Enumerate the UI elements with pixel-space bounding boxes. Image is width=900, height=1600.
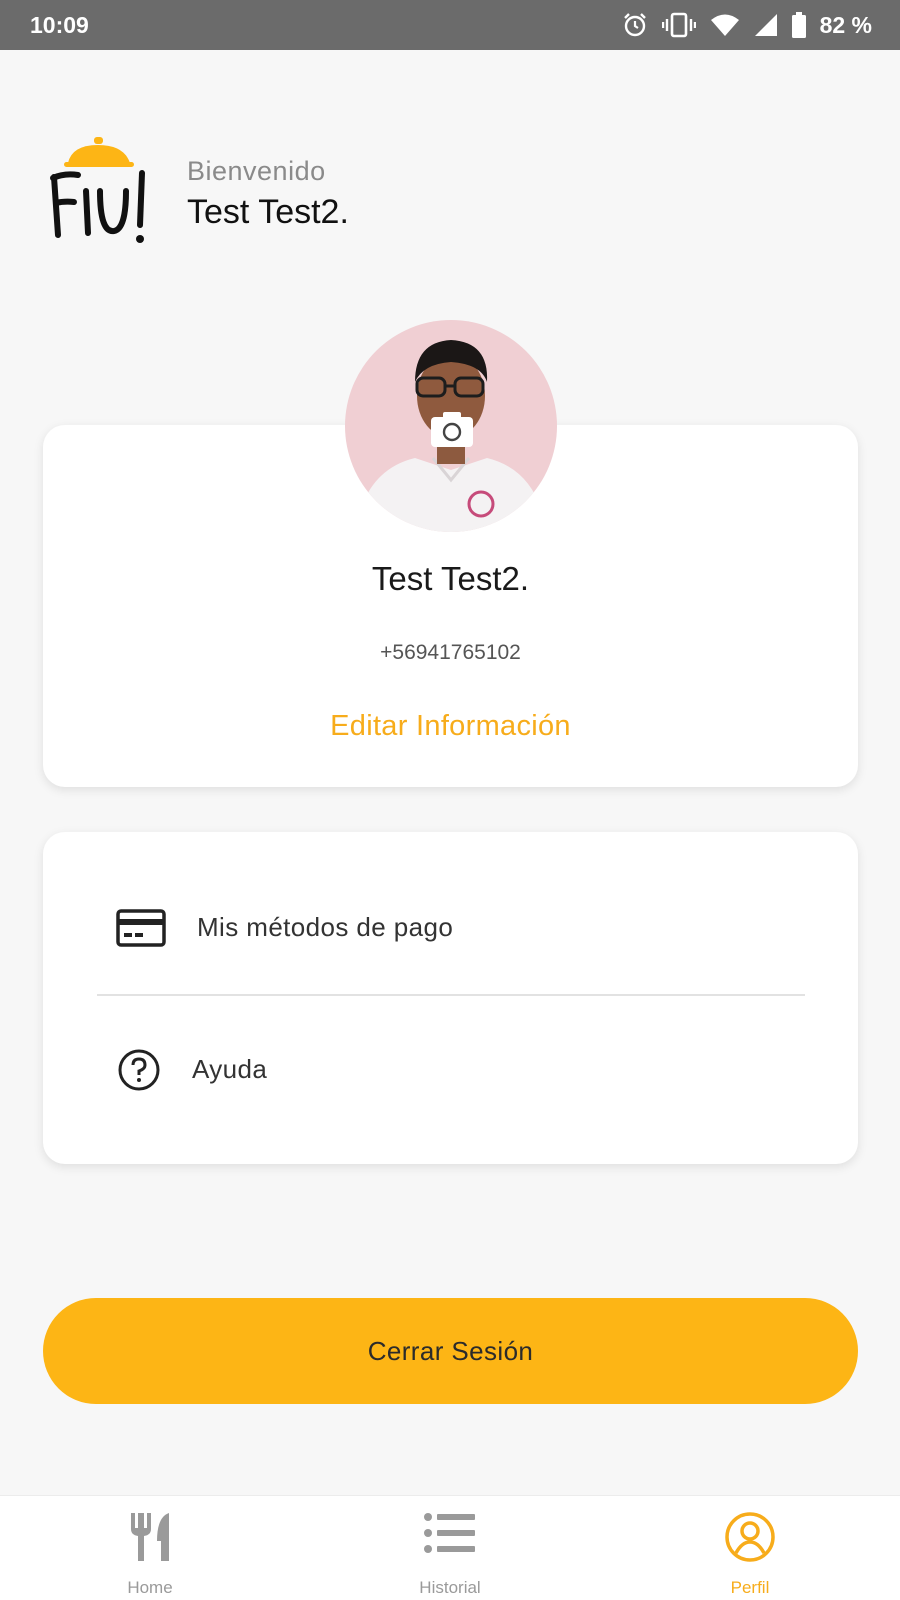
help-label: Ayuda — [192, 1054, 268, 1084]
nav-perfil-label: Perfil — [730, 1578, 770, 1597]
help-item[interactable]: Ayuda — [0, 1010, 815, 1130]
battery-icon — [791, 12, 806, 38]
nav-home[interactable]: Home — [75, 1496, 225, 1600]
logout-button[interactable]: Cerrar Sesión — [43, 1298, 858, 1404]
battery-percent: 82 % — [819, 11, 872, 38]
nav-historial[interactable]: Historial — [375, 1496, 525, 1600]
header-user-name: Test Test2. — [187, 193, 349, 231]
status-bar: 10:09 82 % — [0, 0, 900, 50]
fiu-logo — [50, 137, 145, 243]
alarm-icon — [623, 13, 646, 37]
profile-phone: +56941765102 — [380, 641, 521, 664]
payment-methods-label: Mis métodos de pago — [197, 912, 454, 942]
welcome-label: Bienvenido — [187, 156, 326, 186]
list-icon — [424, 1513, 475, 1553]
user-circle-icon — [725, 1512, 775, 1562]
bottom-nav: Home Historial Perfil — [0, 1495, 900, 1600]
status-icons: 82 % — [622, 12, 872, 39]
help-circle-icon — [118, 1049, 160, 1091]
status-time: 10:09 — [30, 11, 89, 38]
wifi-icon — [710, 14, 739, 36]
edit-info-button[interactable]: Editar Información — [43, 710, 858, 743]
payment-methods-item[interactable]: Mis métodos de pago — [0, 868, 815, 988]
nav-perfil[interactable]: Perfil — [675, 1496, 825, 1600]
camera-icon[interactable] — [430, 410, 474, 448]
menu-divider — [97, 994, 805, 996]
signal-icon — [754, 14, 777, 36]
utensils-icon — [131, 1513, 169, 1561]
nav-historial-label: Historial — [419, 1578, 481, 1597]
credit-card-icon — [116, 909, 166, 947]
welcome-header: Bienvenido Test Test2. — [44, 135, 644, 255]
nav-home-label: Home — [127, 1578, 173, 1597]
vibrate-icon — [661, 12, 696, 38]
profile-name: Test Test2. — [371, 560, 530, 597]
